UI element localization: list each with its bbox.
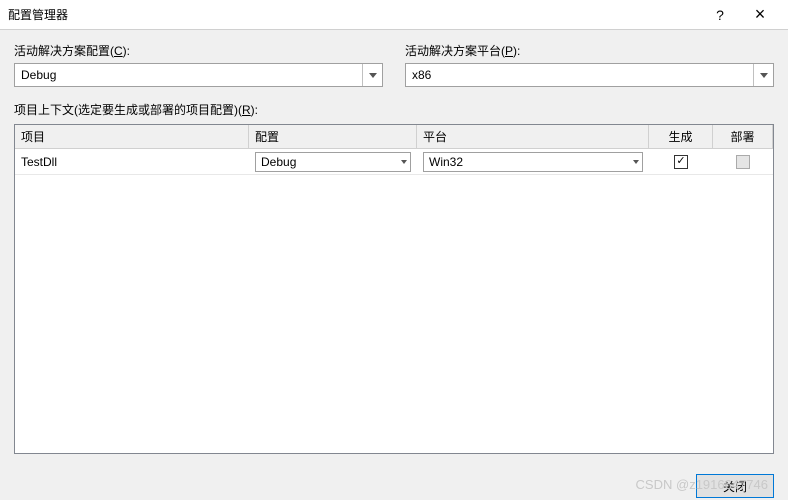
cell-project: TestDll xyxy=(15,149,249,174)
cell-platform: Win32 xyxy=(417,149,649,174)
context-label: 项目上下文(选定要生成或部署的项目配置)(R): xyxy=(14,101,774,118)
button-bar: 关闭 xyxy=(0,466,788,498)
build-checkbox[interactable]: ✓ xyxy=(674,155,688,169)
deploy-checkbox xyxy=(736,155,750,169)
row-platform-select[interactable]: Win32 xyxy=(423,152,643,172)
cell-config: Debug xyxy=(249,149,417,174)
col-platform[interactable]: 平台 xyxy=(417,125,649,148)
solution-platform-select[interactable]: x86 xyxy=(405,63,774,87)
close-button[interactable]: × xyxy=(740,4,780,25)
cell-deploy xyxy=(713,149,773,174)
dropdown-arrow-icon xyxy=(753,64,773,86)
solution-config-label: 活动解决方案配置(C): xyxy=(14,42,383,59)
cell-build: ✓ xyxy=(649,149,713,174)
title-bar: 配置管理器 ? × xyxy=(0,0,788,30)
col-config[interactable]: 配置 xyxy=(249,125,417,148)
solution-platform-label: 活动解决方案平台(P): xyxy=(405,42,774,59)
close-dialog-button[interactable]: 关闭 xyxy=(696,474,774,498)
solution-platform-value: x86 xyxy=(412,68,431,82)
col-build[interactable]: 生成 xyxy=(649,125,713,148)
project-grid: 项目 配置 平台 生成 部署 TestDll Debug Win32 ✓ xyxy=(14,124,774,454)
grid-header: 项目 配置 平台 生成 部署 xyxy=(15,125,773,149)
help-button[interactable]: ? xyxy=(700,7,740,23)
solution-config-value: Debug xyxy=(21,68,56,82)
chevron-down-icon xyxy=(401,160,407,164)
table-row: TestDll Debug Win32 ✓ xyxy=(15,149,773,175)
dropdown-arrow-icon xyxy=(362,64,382,86)
window-title: 配置管理器 xyxy=(8,6,700,23)
row-config-select[interactable]: Debug xyxy=(255,152,411,172)
col-deploy[interactable]: 部署 xyxy=(713,125,773,148)
solution-config-select[interactable]: Debug xyxy=(14,63,383,87)
chevron-down-icon xyxy=(633,160,639,164)
col-project[interactable]: 项目 xyxy=(15,125,249,148)
